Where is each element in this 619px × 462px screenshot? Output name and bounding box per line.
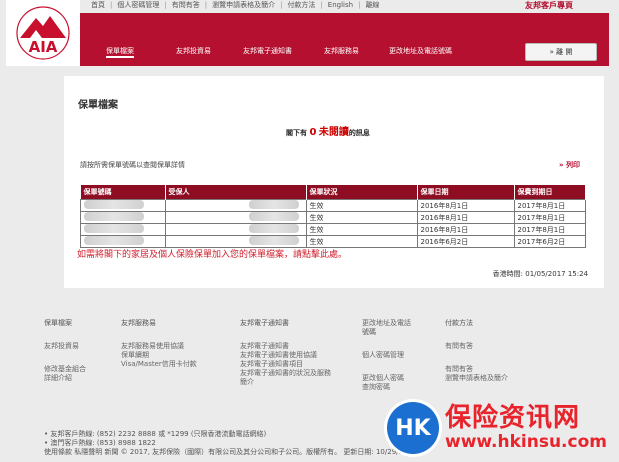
insured-redacted — [248, 200, 299, 209]
footer-link-payment[interactable]: 付款方法 — [445, 319, 508, 328]
nav-tab-change-address[interactable]: 更改地址及電話號碼 — [389, 46, 452, 58]
footer-link-query-password[interactable]: 查詢密碼 — [362, 383, 411, 392]
nav-tab-investment[interactable]: 友邦投資易 — [176, 46, 211, 58]
table-row[interactable]: 生效 2016年6月2日 2017年6月2日 — [80, 235, 586, 248]
footer-link-e-notice-1[interactable]: 友邦電子通知書 — [240, 342, 331, 351]
footer-link-policy[interactable]: 保單檔案 — [44, 319, 86, 328]
hk-time: 香港時間: 01/05/2017 15:24 — [492, 270, 588, 278]
watermark-url: www.hkinsu.com — [445, 432, 607, 452]
footer-link-renewal[interactable]: 保單續期 — [121, 351, 197, 360]
add-home-policy-link[interactable]: 如需將閣下的家居及個人保險保單加入您的保單檔案，請點擊此處。 — [77, 247, 347, 260]
policy-table: 保單號碼 受保人 保單狀況 保單日期 保費到期日 生效 2016年8月1日 20… — [80, 185, 586, 248]
footer-link-investment[interactable]: 友邦投資易 — [44, 342, 86, 351]
unread-count[interactable]: 0 — [309, 127, 316, 138]
table-row[interactable]: 生效 2016年8月1日 2017年8月1日 — [80, 211, 586, 224]
aia-logo[interactable]: AIA — [6, 0, 80, 66]
top-link-payment[interactable]: 付款方法 — [282, 0, 320, 10]
unread-messages: 閣下有 0 未閱讀的訊息 — [286, 127, 370, 138]
aia-logo-icon: AIA — [16, 6, 70, 60]
top-link-english[interactable]: English — [323, 1, 358, 9]
table-row[interactable]: 生效 2016年8月1日 2017年8月1日 — [80, 199, 586, 212]
hk-badge-icon: HK — [387, 402, 439, 454]
top-link-faq[interactable]: 有問有答 — [167, 0, 205, 10]
col-policy-number: 保單號碼 — [80, 185, 166, 200]
policy-number-redacted[interactable] — [84, 236, 144, 245]
watermark-cn: 保险资讯网 — [445, 403, 581, 433]
footer-link-service-agreement[interactable]: 友邦服務易使用協議 — [121, 342, 197, 351]
print-link[interactable]: » 列印 — [559, 160, 580, 170]
footer-link-password[interactable]: 個人密碼管理 — [362, 351, 411, 360]
top-link-password[interactable]: 個人密碼管理 — [112, 0, 164, 10]
unread-link[interactable]: 未閱讀 — [319, 127, 349, 138]
insured-redacted — [248, 212, 299, 221]
macau-hotline: • 澳門客戶熱線: (853) 8988 1822 — [44, 439, 156, 447]
watermark: HK 保险资讯网 www.hkinsu.com — [387, 394, 619, 462]
col-insured: 受保人 — [165, 185, 307, 200]
footer-link-faq-2[interactable]: 有問有答 — [445, 365, 508, 374]
nav-tab-e-notice[interactable]: 友邦電子通知書 — [243, 46, 292, 58]
insured-redacted — [248, 236, 299, 245]
policy-number-redacted[interactable] — [84, 212, 144, 221]
nav-tab-service[interactable]: 友邦服務易 — [324, 46, 359, 58]
page-title: 保單檔案 — [78, 100, 118, 111]
main-nav: 保單檔案 友邦投資易 友邦電子通知書 友邦服務易 更改地址及電話號碼 » 離 開 — [80, 13, 609, 66]
footer-link-e-notice-agreement[interactable]: 友邦電子通知書使用協議 — [240, 351, 331, 360]
table-row[interactable]: 生效 2016年8月1日 2017年8月1日 — [80, 223, 586, 236]
footer-col-service: 友邦服務易 友邦服務易使用協議 保單續期 Visa/Master信用卡付款 — [121, 319, 197, 369]
policy-number-redacted[interactable] — [84, 224, 144, 233]
logout-button[interactable]: » 離 開 — [525, 43, 597, 61]
footer-col-e-notice: 友邦電子通知書 友邦電子通知書 友邦電子通知書使用協議 友邦電子通知書項目 友邦… — [240, 319, 331, 387]
policy-profile-panel: 保單檔案 閣下有 0 未閱讀的訊息 請按所需保單號碼以查閱保單詳情 » 列印 保… — [64, 76, 604, 288]
table-header-row: 保單號碼 受保人 保單狀況 保單日期 保費到期日 — [80, 185, 586, 200]
insured-redacted — [248, 224, 299, 233]
top-link-logout[interactable]: 離線 — [360, 0, 384, 10]
col-policy-date: 保單日期 — [417, 185, 515, 200]
top-links: 首頁 | 個人密碼管理 | 有問有答 | 瀏覽申請表格及簡介 | 付款方法 | Engli… — [86, 0, 446, 10]
footer-link-forms[interactable]: 瀏覽申請表格及簡介 — [445, 374, 508, 383]
brand-title: 友邦客戶專頁 — [525, 1, 573, 10]
footer-link-fund-change[interactable]: 修改基金組合 — [44, 365, 86, 374]
footer-col-address: 更改地址及電話 號碼 個人密碼管理 更改個人密碼 查詢密碼 — [362, 319, 411, 392]
svg-text:AIA: AIA — [29, 38, 58, 56]
col-status: 保單狀況 — [306, 185, 418, 200]
footer-link-e-notice-items[interactable]: 友邦電子通知書項目 — [240, 360, 331, 369]
footer-link-card-payment[interactable]: Visa/Master信用卡付款 — [121, 360, 197, 369]
header-area: AIA 首頁 | 個人密碼管理 | 有問有答 | 瀏覽申請表格及簡介 | 付款方法 | E… — [0, 0, 619, 68]
footer-col-payment: 付款方法 有問有答 有問有答 瀏覽申請表格及簡介 — [445, 319, 508, 383]
col-due-date: 保費到期日 — [514, 185, 586, 200]
footer-col-policy: 保單檔案 友邦投資易 修改基金組合 詳細介紹 — [44, 319, 86, 383]
footer-link-details[interactable]: 詳細介紹 — [44, 374, 86, 383]
top-link-forms[interactable]: 瀏覽申請表格及簡介 — [207, 0, 280, 10]
footer-link-change-password[interactable]: 更改個人密碼 — [362, 374, 411, 383]
nav-tab-policy-profile[interactable]: 保單檔案 — [106, 46, 134, 58]
footer-contact: • 友邦客戶熱線: (852) 2232 8888 或 *1299 (只限香港流… — [44, 430, 416, 457]
top-link-home[interactable]: 首頁 — [86, 0, 110, 10]
footer-link-e-notice-status[interactable]: 友邦電子通知書的狀況及服務 — [240, 369, 331, 378]
footer-link-e-notice[interactable]: 友邦電子通知書 — [240, 319, 331, 328]
instruction-text: 請按所需保單號碼以查閱保單詳情 — [80, 161, 185, 169]
legal-line: 使用條款 私隱聲明 新聞 © 2017, 友邦保險（國際）有限公司及其分公司和子… — [44, 448, 417, 456]
footer-link-e-notice-intro[interactable]: 簡介 — [240, 378, 331, 387]
policy-number-redacted[interactable] — [84, 200, 144, 209]
footer-link-address[interactable]: 更改地址及電話 — [362, 319, 411, 328]
footer-link-service[interactable]: 友邦服務易 — [121, 319, 197, 328]
footer-link-faq[interactable]: 有問有答 — [445, 342, 508, 351]
hk-hotline: • 友邦客戶熱線: (852) 2232 8888 或 *1299 (只限香港流… — [44, 430, 267, 438]
footer-link-address-2[interactable]: 號碼 — [362, 328, 411, 337]
